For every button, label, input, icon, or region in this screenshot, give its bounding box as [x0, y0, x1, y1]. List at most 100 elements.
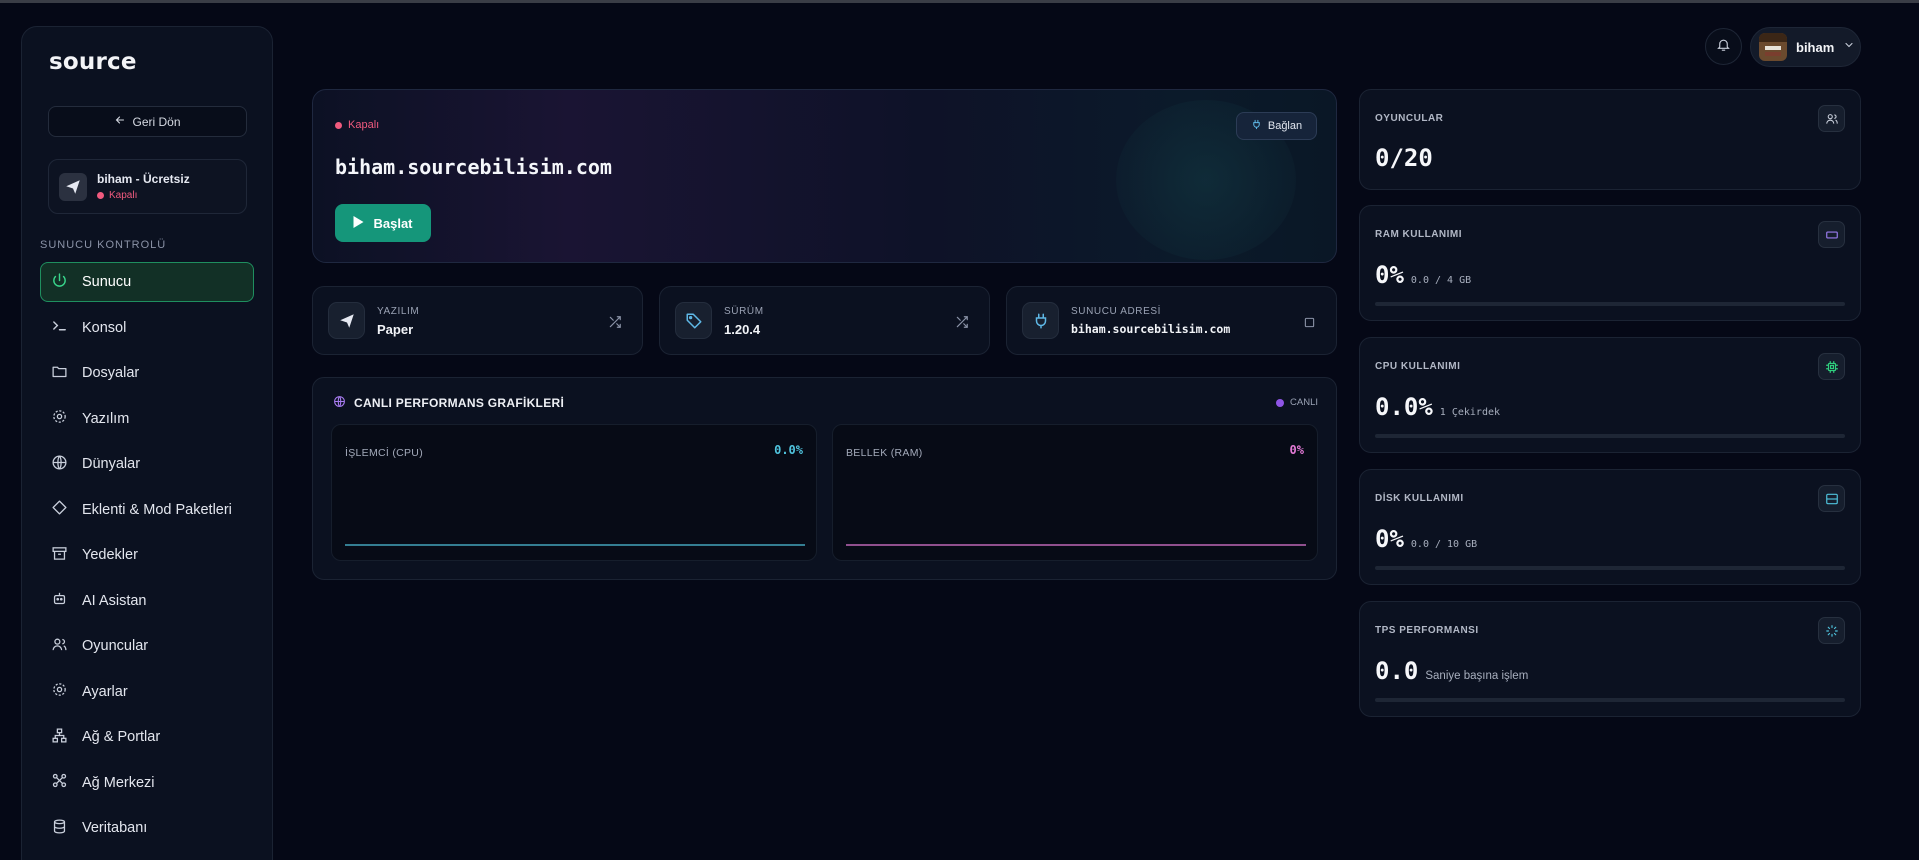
players-value: 0/20: [1375, 144, 1433, 172]
disk-value-number: 0%: [1375, 525, 1404, 553]
ram-value: 0% 0.0 / 4 GB: [1375, 261, 1471, 289]
avatar: [1759, 33, 1787, 61]
ram-card: RAM KULLANIMI 0% 0.0 / 4 GB: [1359, 205, 1861, 321]
sidebar-item-label: Ayarlar: [82, 683, 128, 700]
cpu-value: 0.0% 1 Çekirdek: [1375, 393, 1500, 421]
network-icon: [51, 727, 68, 748]
memory-icon: [1818, 221, 1845, 248]
start-button[interactable]: Başlat: [335, 204, 431, 242]
sidebar-item-eklenti[interactable]: Eklenti & Mod Paketleri: [40, 490, 254, 530]
cpu-value-number: 0.0%: [1375, 393, 1433, 421]
ram-value-sub: 0.0 / 4 GB: [1410, 275, 1472, 286]
live-badge: CANLI: [1276, 397, 1318, 408]
sidebar-item-yedekler[interactable]: Yedekler: [40, 535, 254, 575]
sidebar-item-konsol[interactable]: Konsol: [40, 308, 254, 348]
sidebar-item-label: Yedekler: [82, 547, 138, 563]
sidebar-item-ag-portlar[interactable]: Ağ & Portlar: [40, 717, 254, 757]
live-performance-panel: CANLI PERFORMANS GRAFİKLERİ CANLI İŞLEMC…: [312, 377, 1337, 580]
software-card: YAZILIM Paper: [312, 286, 643, 355]
disk-card: DİSK KULLANIMI 0% 0.0 / 10 GB: [1359, 469, 1861, 585]
sidebar-item-dosyalar[interactable]: Dosyalar: [40, 353, 254, 393]
archive-icon: [51, 545, 68, 566]
players-label: OYUNCULAR: [1375, 113, 1444, 124]
server-card[interactable]: biham - Ücretsiz Kapalı: [48, 159, 247, 214]
globe-icon: [51, 454, 68, 475]
gear-icon: [51, 408, 68, 429]
puzzle-icon: [51, 499, 68, 520]
status-dot-icon: [335, 121, 342, 129]
players-card: OYUNCULAR 0/20: [1359, 89, 1861, 190]
loader-icon: [1818, 617, 1845, 644]
sidebar-item-yazilim[interactable]: Yazılım: [40, 399, 254, 439]
sidebar-item-label: Dosyalar: [82, 365, 140, 381]
software-value: Paper: [377, 322, 414, 337]
sidebar-item-label: Sunucu: [82, 274, 132, 290]
ram-value-number: 0%: [1375, 261, 1404, 289]
ram-chart-value: 0%: [1289, 443, 1304, 457]
status-dot-icon: [97, 192, 104, 199]
back-button[interactable]: Geri Dön: [48, 106, 247, 137]
sidebar-item-ai-asistan[interactable]: AI Asistan: [40, 581, 254, 621]
disk-value-sub: 0.0 / 10 GB: [1410, 539, 1478, 550]
ram-progress-bar: [1375, 302, 1845, 306]
app-logo[interactable]: source: [49, 49, 137, 75]
plug-icon: [1251, 119, 1262, 133]
cpu-chart-value: 0.0%: [774, 443, 803, 457]
sidebar-item-label: Oyuncular: [82, 638, 149, 654]
version-card: SÜRÜM 1.20.4: [659, 286, 990, 355]
paper-plane-icon: [328, 302, 365, 339]
address-card: SUNUCU ADRESİ biham.sourcebilisim.com: [1006, 286, 1337, 355]
sidebar-item-label: Konsol: [82, 319, 127, 336]
cpu-label: CPU KULLANIMI: [1375, 361, 1461, 372]
sidebar-item-label: Yazılım: [82, 410, 130, 427]
performance-title-label: CANLI PERFORMANS GRAFİKLERİ: [354, 396, 565, 410]
hero-status: Kapalı: [335, 119, 379, 131]
sidebar-item-ag-merkezi[interactable]: Ağ Merkezi: [40, 763, 254, 803]
sidebar-item-ayarlar[interactable]: Ayarlar: [40, 672, 254, 712]
database-icon: [51, 818, 68, 839]
address-value: biham.sourcebilisim.com: [1071, 322, 1231, 336]
back-button-label: Geri Dön: [132, 114, 181, 129]
robot-icon: [51, 590, 68, 611]
user-menu[interactable]: biham: [1750, 27, 1861, 67]
users-icon: [1818, 105, 1845, 132]
performance-title: CANLI PERFORMANS GRAFİKLERİ: [333, 395, 564, 411]
sidebar-item-oyuncular[interactable]: Oyuncular: [40, 626, 254, 666]
sidebar-nav: Sunucu Konsol Dosyalar Yazılım Dünyalar …: [40, 262, 254, 854]
paper-plane-icon: [59, 172, 87, 201]
notifications-button[interactable]: [1705, 28, 1742, 65]
copy-icon[interactable]: [1301, 314, 1317, 330]
users-icon: [51, 636, 68, 657]
power-icon: [51, 272, 68, 293]
hub-icon: [51, 772, 68, 793]
plug-icon: [1022, 302, 1059, 339]
cpu-chart: İŞLEMCİ (CPU) 0.0%: [331, 424, 817, 561]
tps-card: TPS PERFORMANSI 0.0 Saniye başına işlem: [1359, 601, 1861, 717]
sidebar-item-sunucu[interactable]: Sunucu: [40, 262, 254, 302]
cpu-progress-bar: [1375, 434, 1845, 438]
software-label: YAZILIM: [377, 306, 420, 317]
version-value: 1.20.4: [724, 322, 761, 337]
tps-value-sub: Saniye başına işlem: [1425, 670, 1529, 682]
sidebar-item-label: Ağ Merkezi: [82, 774, 155, 791]
address-label: SUNUCU ADRESİ: [1071, 306, 1162, 317]
disk-label: DİSK KULLANIMI: [1375, 493, 1464, 504]
tps-label: TPS PERFORMANSI: [1375, 625, 1479, 636]
connect-button[interactable]: Bağlan: [1236, 112, 1317, 140]
shuffle-icon[interactable]: [607, 314, 623, 330]
sidebar-item-veritabani[interactable]: Veritabanı: [40, 808, 254, 848]
cpu-chart-label: İŞLEMCİ (CPU): [345, 447, 423, 459]
ram-chart: BELLEK (RAM) 0%: [832, 424, 1318, 561]
sidebar-item-label: Veritabanı: [82, 820, 148, 836]
chevron-down-icon: [1843, 38, 1855, 56]
terminal-icon: [51, 317, 68, 338]
user-name: biham: [1796, 39, 1835, 55]
tps-progress-bar: [1375, 698, 1845, 702]
shuffle-icon[interactable]: [954, 314, 970, 330]
server-address-title: biham.sourcebilisim.com: [335, 155, 612, 179]
play-icon: [353, 215, 364, 231]
server-status-label: Kapalı: [109, 190, 138, 201]
sidebar-item-dunyalar[interactable]: Dünyalar: [40, 444, 254, 484]
version-label: SÜRÜM: [724, 306, 764, 317]
tps-value-number: 0.0: [1375, 657, 1419, 685]
